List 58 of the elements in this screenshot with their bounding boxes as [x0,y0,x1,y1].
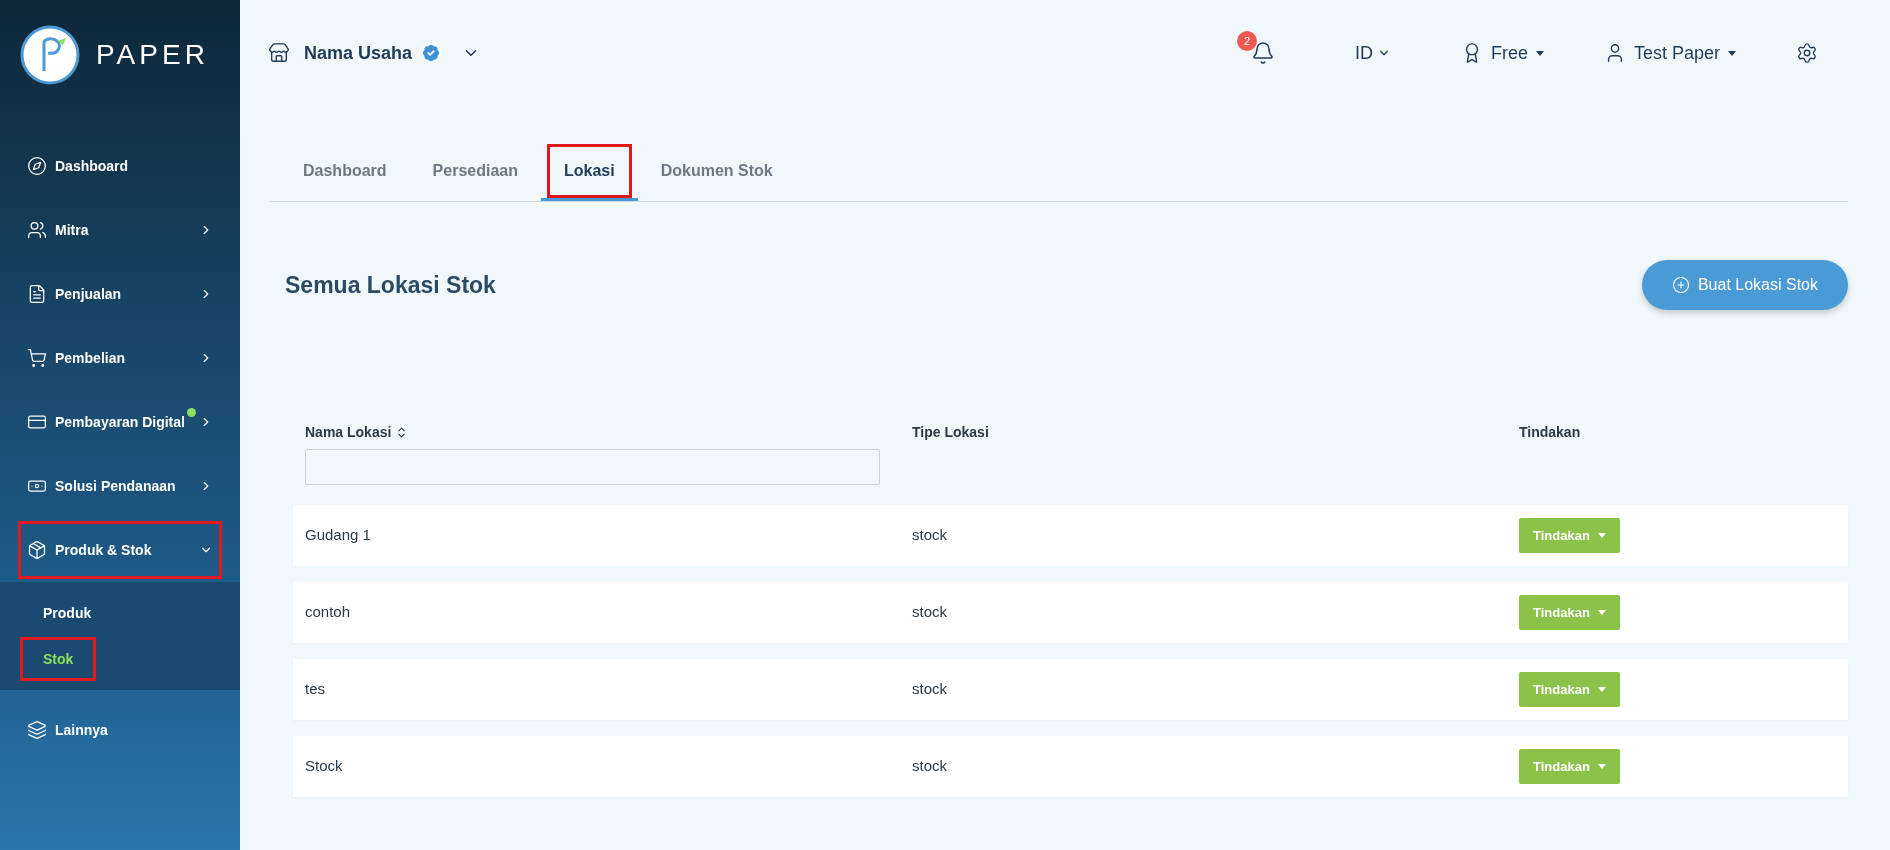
business-name[interactable]: Nama Usaha [304,39,413,67]
submenu-item[interactable]: Produk [20,591,115,635]
logo-icon [20,25,80,85]
tab[interactable]: Dashboard [286,143,404,198]
location-name: Gudang 1 [305,525,372,546]
caret-icon [1728,50,1736,56]
layers-icon [27,720,47,740]
caret-icon [1535,50,1544,56]
page-title: Semua Lokasi Stok [285,270,496,300]
location-name: Stock [305,756,344,777]
location-type: stock [912,602,948,623]
sidebar-item[interactable]: Pembelian [18,329,222,387]
document-icon [27,284,47,304]
compass-icon [27,156,47,176]
bell-icon[interactable] [1250,41,1275,65]
item-label: Dashboard [55,156,129,176]
tab[interactable]: Persediaan [415,143,535,198]
settings-icon[interactable] [1796,42,1818,64]
location-type: stock [912,756,948,777]
sidebar-item[interactable]: Penjualan [18,265,222,323]
column-header: Tipe Lokasi [912,423,990,442]
user-dropdown[interactable]: Test Paper [1633,39,1736,67]
language-dropdown[interactable]: ID [1354,39,1391,67]
item-label: Solusi Pendanaan [55,476,176,496]
brand-name: PAPER [96,38,209,72]
location-name: tes [305,679,326,700]
sidebar-item[interactable]: Dashboard [18,137,222,195]
box-icon [27,540,47,560]
cart-icon [27,348,47,368]
store-icon [268,42,290,64]
sidebar-item[interactable]: Mitra [18,201,222,259]
plus-icon [1671,276,1690,294]
sidebar-item[interactable]: Produk & Stok [18,521,222,579]
tab[interactable]: Dokumen Stok [643,143,790,198]
users-icon [27,220,47,240]
sidebar-item[interactable]: Pembayaran Digital [18,393,222,451]
submenu-item[interactable]: Stok [20,637,97,681]
column-header: Tindakan [1519,423,1582,442]
caret-icon [1597,610,1606,615]
notification-badge: 2 [1236,31,1257,51]
sidebar-item[interactable]: Lainnya [18,701,222,759]
location-type: stock [912,679,948,700]
plan-dropdown[interactable]: Free [1490,39,1544,67]
item-label: Pembelian [55,348,126,368]
location-type: stock [912,525,948,546]
location-name: contoh [305,602,352,623]
column-header[interactable]: Nama Lokasi [305,422,392,443]
filter-field[interactable] [305,449,880,485]
sidebar-item[interactable]: Solusi Pendanaan [18,457,222,515]
caret-icon [1597,764,1606,769]
item-label: Lainnya [55,720,108,740]
caret-icon [1597,533,1606,538]
item-label: Produk & Stok [55,540,152,560]
tab[interactable]: Lokasi [546,143,632,198]
item-label: Penjualan [55,284,122,304]
item-label: Pembayaran Digital [55,412,185,432]
caret-icon [1597,687,1606,692]
item-label: Mitra [55,220,89,240]
